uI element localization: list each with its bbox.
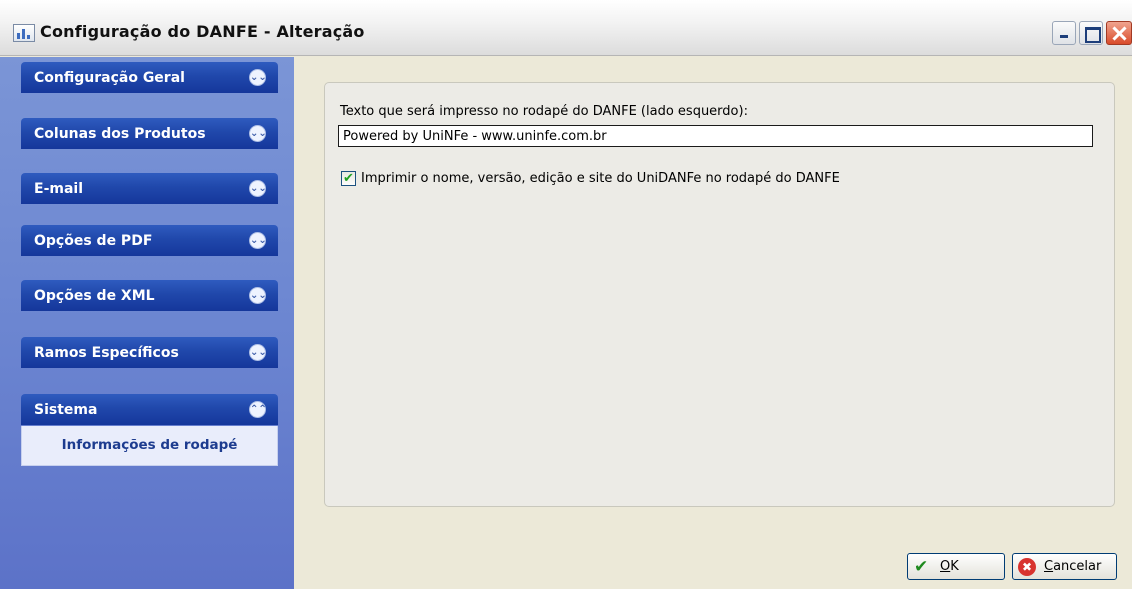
print-unidanfe-checkbox[interactable]: ✔ — [341, 171, 356, 186]
group-label: Opções de PDF — [34, 233, 153, 249]
chevron-double-down-icon[interactable]: ⌄⌄ — [249, 180, 267, 197]
cancel-button-label: Cancelar — [1044, 559, 1102, 574]
chevron-double-down-icon[interactable]: ⌄⌄ — [249, 125, 267, 142]
check-icon: ✔ — [914, 557, 929, 577]
footer-text-label: Texto que será impresso no rodapé do DAN… — [340, 104, 748, 119]
sidebar-item-informacoes-de-rodape[interactable]: Informações de rodapé — [22, 437, 277, 453]
group-label: Sistema — [34, 402, 98, 418]
window-title: Configuração do DANFE - Alteração — [40, 22, 365, 41]
chevron-double-down-icon[interactable]: ⌄⌄ — [249, 232, 267, 249]
maximize-button[interactable] — [1079, 21, 1103, 45]
minimize-button[interactable] — [1052, 21, 1076, 45]
group-label: Colunas dos Produtos — [34, 126, 206, 142]
group-ramos-especificos[interactable]: Ramos Específicos ⌄⌄ — [21, 337, 278, 368]
group-label: Configuração Geral — [34, 70, 185, 86]
print-unidanfe-checkbox-label[interactable]: Imprimir o nome, versão, edição e site d… — [361, 171, 840, 186]
group-email[interactable]: E-mail ⌄⌄ — [21, 173, 278, 204]
title-bar: Configuração do DANFE - Alteração — [0, 0, 1132, 56]
ok-button[interactable]: ✔ OK — [907, 553, 1005, 580]
cancel-icon: ✖ — [1018, 558, 1036, 576]
chevron-double-down-icon[interactable]: ⌄⌄ — [249, 344, 267, 361]
group-colunas-dos-produtos[interactable]: Colunas dos Produtos ⌄⌄ — [21, 118, 278, 149]
group-opcoes-de-xml[interactable]: Opções de XML ⌄⌄ — [21, 280, 278, 311]
group-label: Ramos Específicos — [34, 345, 179, 361]
ok-button-label: OK — [940, 559, 959, 574]
chevron-double-down-icon[interactable]: ⌄⌄ — [249, 287, 267, 304]
close-button[interactable] — [1106, 21, 1132, 45]
group-sistema[interactable]: Sistema ⌃⌃ — [21, 394, 278, 425]
footer-text-input[interactable] — [338, 125, 1093, 147]
group-label: Opções de XML — [34, 288, 155, 304]
chevron-double-down-icon[interactable]: ⌄⌄ — [249, 69, 267, 86]
group-opcoes-de-pdf[interactable]: Opções de PDF ⌄⌄ — [21, 225, 278, 256]
group-label: E-mail — [34, 181, 84, 197]
group-configuracao-geral[interactable]: Configuração Geral ⌄⌄ — [21, 62, 278, 93]
cancel-button[interactable]: ✖ Cancelar — [1012, 553, 1117, 580]
group-sistema-body: Informações de rodapé — [21, 426, 278, 466]
chevron-double-up-icon[interactable]: ⌃⌃ — [249, 401, 267, 418]
sidebar: Configuração Geral ⌄⌄ Colunas dos Produt… — [0, 57, 294, 589]
app-icon — [13, 24, 35, 42]
